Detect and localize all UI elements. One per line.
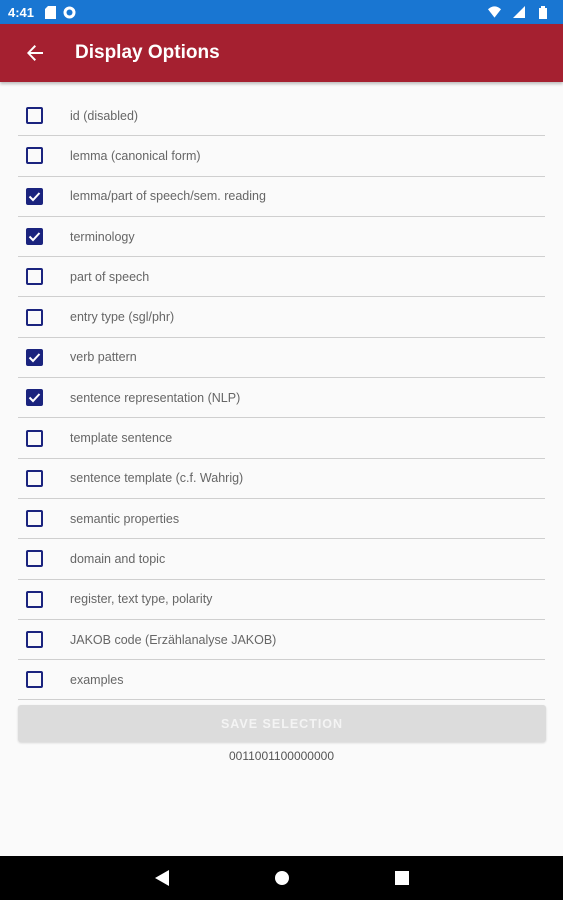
option-label: template sentence [70,431,173,446]
option-checkbox[interactable] [26,389,43,407]
option-label: examples [70,672,124,687]
page-title: Display Options [75,42,220,63]
signal-icon [512,6,525,19]
option-row[interactable]: sentence representation (NLP) [18,378,545,419]
option-label: sentence representation (NLP) [70,390,241,405]
option-label: JAKOB code (Erzählanalyse JAKOB) [70,632,277,647]
arrow-back-icon[interactable] [6,24,64,82]
option-checkbox[interactable] [26,590,43,608]
save-selection-button[interactable]: SAVE SELECTION [18,705,546,742]
sync-icon [63,6,76,19]
option-row[interactable]: register, text type, polarity [18,580,545,620]
option-label: part of speech [70,269,150,284]
option-label: verb pattern [70,350,137,365]
checkmark-icon [28,393,41,403]
battery-icon [536,5,549,19]
checkmark-icon [28,232,41,242]
app-bar: Display Options [0,24,563,82]
option-checkbox[interactable] [26,429,43,447]
option-label: semantic properties [70,511,180,526]
navigation-bar [0,856,563,900]
option-checkbox[interactable] [26,510,43,528]
checkmark-icon [28,353,41,363]
wifi-icon [488,6,501,19]
option-row[interactable]: part of speech [18,257,545,298]
option-row[interactable]: examples [18,660,545,701]
sd-card-icon [44,5,57,19]
checkmark-icon [28,192,41,202]
selection-code: 0011001100000000 [229,749,334,763]
option-checkbox[interactable] [26,308,43,326]
option-row[interactable]: verb pattern [18,338,545,379]
nav-home-icon[interactable] [222,870,342,886]
option-label: terminology [70,229,135,244]
option-row[interactable]: id (disabled) [18,96,545,137]
option-checkbox[interactable] [26,147,43,165]
option-checkbox[interactable] [26,671,43,689]
option-checkbox[interactable] [26,187,43,205]
option-checkbox[interactable] [26,268,43,286]
nav-back-icon[interactable] [102,870,222,886]
option-checkbox[interactable] [26,550,43,568]
option-label: lemma (canonical form) [70,148,201,163]
option-label: register, text type, polarity [70,592,213,607]
nav-recents-icon[interactable] [342,871,462,885]
option-checkbox[interactable] [26,107,43,125]
option-checkbox[interactable] [26,348,43,366]
option-row[interactable]: entry type (sgl/phr) [18,297,545,338]
option-row[interactable]: JAKOB code (Erzählanalyse JAKOB) [18,620,545,661]
option-row[interactable]: lemma (canonical form) [18,136,545,177]
option-label: sentence template (c.f. Wahrig) [70,471,244,486]
options-list: id (disabled) lemma (canonical form) lemma… [18,96,545,701]
option-label: id (disabled) [70,108,139,123]
option-row[interactable]: template sentence [18,418,545,459]
option-checkbox[interactable] [26,469,43,487]
option-row[interactable]: lemma/part of speech/sem. reading [18,177,545,217]
option-row[interactable]: semantic properties [18,499,545,540]
option-label: domain and topic [70,551,166,566]
option-label: lemma/part of speech/sem. reading [70,189,266,204]
status-bar: 4:41 [0,0,563,24]
option-checkbox[interactable] [26,631,43,648]
option-row[interactable]: sentence template (c.f. Wahrig) [18,459,545,499]
option-row[interactable]: domain and topic [18,539,545,580]
option-label: entry type (sgl/phr) [70,310,175,325]
option-checkbox[interactable] [26,228,43,246]
option-row[interactable]: terminology [18,217,545,258]
status-time: 4:41 [8,4,35,20]
